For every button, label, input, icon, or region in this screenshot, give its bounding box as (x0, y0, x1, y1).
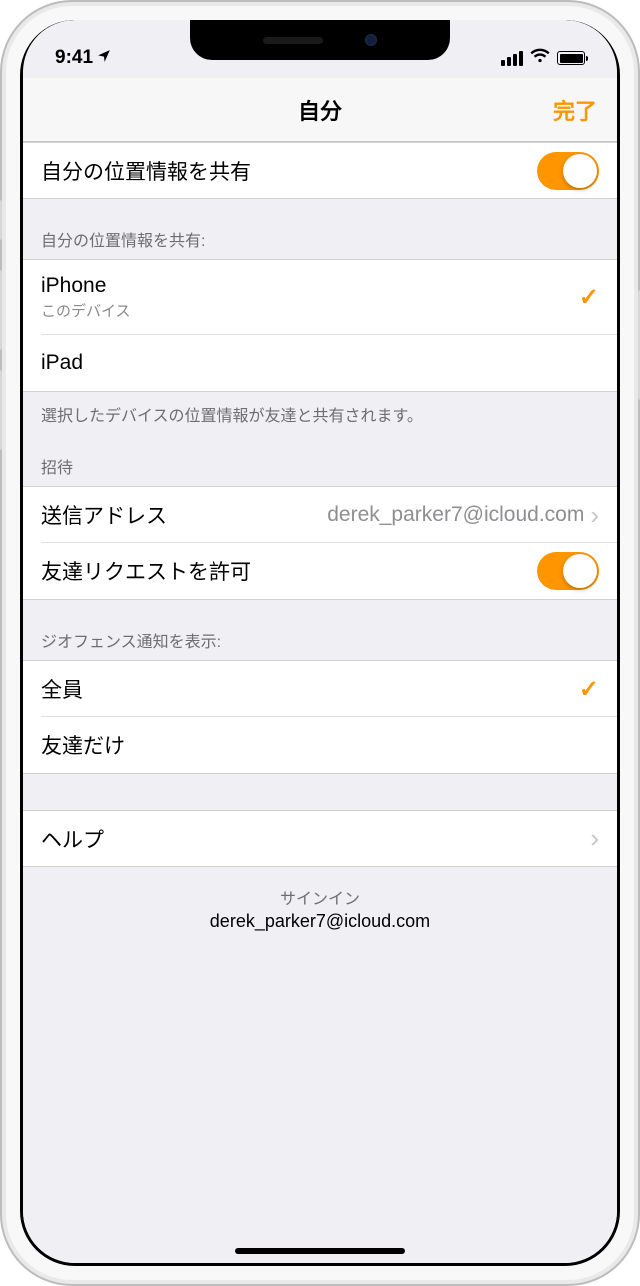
send-from-label: 送信アドレス (41, 500, 167, 530)
signin-label: サインイン (23, 867, 617, 909)
checkmark-icon: ✓ (579, 675, 599, 704)
mute-switch (0, 200, 2, 240)
geofence-everyone-row[interactable]: 全員 ✓ (23, 660, 617, 717)
wifi-icon (530, 47, 550, 69)
screen: 9:41 自 (20, 20, 620, 1266)
devices-section-footer: 選択したデバイスの位置情報が友達と共有されます。 (23, 392, 617, 426)
location-services-icon (97, 49, 111, 67)
geofence-friends-row[interactable]: 友達だけ (23, 717, 617, 774)
devices-section-header: 自分の位置情報を共有: (23, 199, 617, 259)
checkmark-icon: ✓ (579, 283, 599, 312)
content: 9:41 自 (23, 20, 617, 1263)
status-right (501, 47, 585, 69)
send-from-row[interactable]: 送信アドレス derek_parker7@icloud.com › (23, 486, 617, 543)
done-button[interactable]: 完了 (553, 94, 597, 126)
share-location-toggle[interactable] (537, 152, 599, 190)
device-iphone-row[interactable]: iPhone このデバイス ✓ (23, 259, 617, 335)
status-time: 9:41 (55, 47, 93, 69)
home-indicator[interactable] (235, 1248, 405, 1254)
allow-requests-toggle[interactable] (537, 552, 599, 590)
chevron-right-icon: › (590, 500, 599, 531)
help-label: ヘルプ (41, 824, 104, 854)
invite-section-header: 招待 (23, 426, 617, 486)
front-camera (365, 34, 377, 46)
allow-requests-row[interactable]: 友達リクエストを許可 (23, 543, 617, 600)
device-ipad-row[interactable]: iPad (23, 335, 617, 392)
cellular-signal-icon (501, 51, 523, 66)
chevron-right-icon: › (590, 823, 599, 854)
battery-icon (557, 51, 585, 65)
notch (190, 20, 450, 60)
device-frame: 9:41 自 (0, 0, 640, 1286)
allow-requests-label: 友達リクエストを許可 (41, 556, 251, 586)
share-location-row[interactable]: 自分の位置情報を共有 (23, 142, 617, 199)
status-left: 9:41 (55, 47, 111, 69)
send-from-value: derek_parker7@icloud.com (317, 503, 584, 527)
volume-down-button (0, 370, 2, 450)
page-title: 自分 (298, 94, 342, 126)
share-location-label: 自分の位置情報を共有 (41, 156, 251, 186)
device-iphone-sub: このデバイス (41, 300, 131, 321)
geofence-everyone-label: 全員 (41, 674, 83, 704)
geofence-section-header: ジオフェンス通知を表示: (23, 600, 617, 660)
device-iphone-name: iPhone (41, 274, 131, 298)
help-row[interactable]: ヘルプ › (23, 810, 617, 867)
signin-email: derek_parker7@icloud.com (23, 909, 617, 932)
geofence-friends-label: 友達だけ (41, 730, 125, 760)
speaker (263, 37, 323, 44)
nav-bar: 自分 完了 (23, 78, 617, 142)
volume-up-button (0, 270, 2, 350)
device-ipad-name: iPad (41, 351, 83, 375)
